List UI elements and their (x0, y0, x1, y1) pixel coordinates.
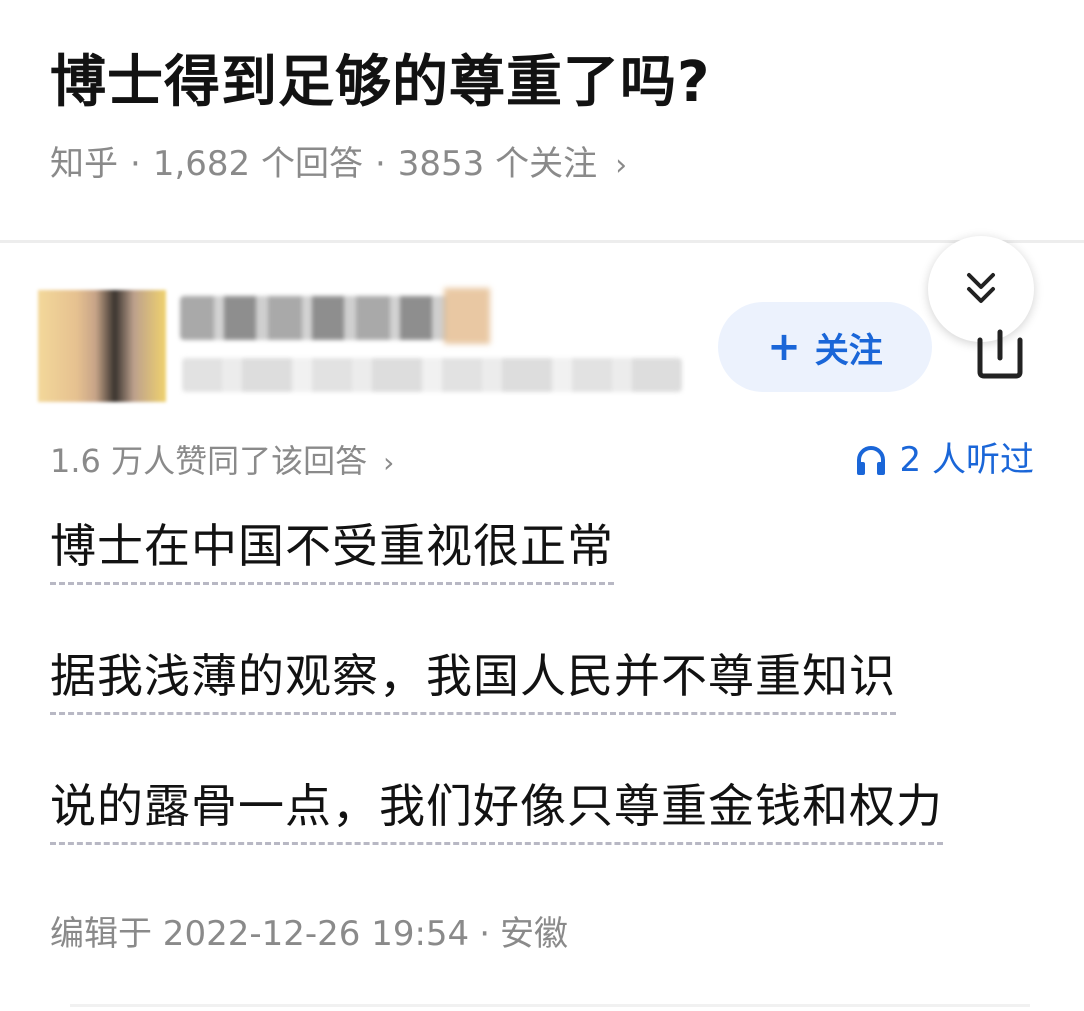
plus-icon: + (767, 324, 801, 370)
edit-info: 编辑于 2022-12-26 19:54 · 安徽 (50, 910, 568, 958)
answer-paragraph[interactable]: 说的露骨一点，我们好像只尊重金钱和权力 (50, 776, 943, 845)
section-divider (0, 240, 1084, 243)
avatar[interactable] (38, 290, 166, 402)
edit-time: 编辑于 2022-12-26 19:54 (50, 914, 470, 954)
follower-count: 3853 个关注 (397, 144, 598, 184)
chevron-right-icon: › (615, 148, 628, 183)
collapse-double-chevron-icon (967, 273, 995, 303)
answer-paragraph[interactable]: 据我浅薄的观察，我国人民并不尊重知识 (50, 646, 896, 715)
answer-count: 1,682 个回答 (152, 144, 363, 184)
headphones-icon (856, 446, 885, 475)
meta-separator: · (374, 144, 386, 184)
collapse-button[interactable] (928, 236, 1034, 342)
likes-summary[interactable]: 1.6 万人赞同了该回答 › (50, 438, 394, 486)
meta-separator: · (130, 144, 141, 184)
author-badge-redacted (444, 288, 490, 344)
bottom-divider (70, 1004, 1030, 1007)
share-icon[interactable] (972, 328, 1028, 380)
listened-label: 2 人听过 (899, 440, 1034, 480)
follow-button[interactable]: + 关注 (718, 302, 932, 392)
follow-label: 关注 (814, 330, 883, 371)
source-label: 知乎 (50, 144, 118, 184)
author-name-redacted[interactable] (180, 288, 490, 344)
answer-paragraph[interactable]: 博士在中国不受重视很正常 (50, 516, 614, 585)
author-bio-redacted (182, 358, 682, 392)
question-meta[interactable]: 知乎 · 1,682 个回答 · 3853 个关注 › (50, 138, 627, 192)
meta-separator: · (479, 914, 491, 954)
chevron-right-icon: › (383, 446, 395, 479)
edit-location: 安徽 (500, 914, 569, 954)
question-title[interactable]: 博士得到足够的尊重了吗? (50, 48, 710, 118)
likes-count: 1.6 万人赞同了该回答 (50, 442, 368, 480)
listened-count[interactable]: 2 人听过 (854, 436, 1034, 484)
